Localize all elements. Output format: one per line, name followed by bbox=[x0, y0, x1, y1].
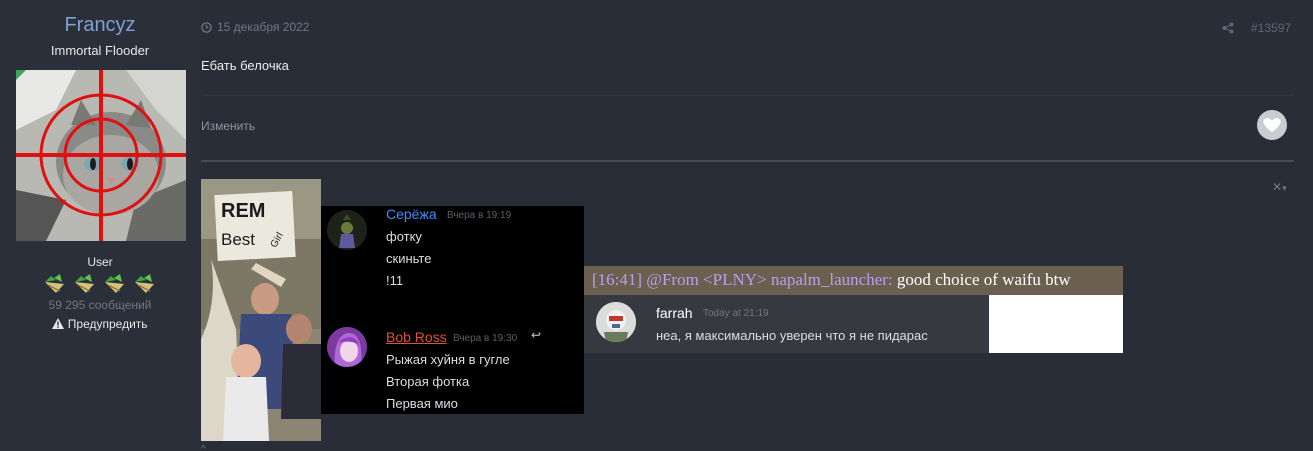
message-line: Рыжая хуйня в гугле bbox=[386, 352, 510, 367]
rank-pip-icon bbox=[135, 274, 154, 293]
irc-message-bar: [16:41] @From <PLNY> napalm_launcher: go… bbox=[584, 266, 1123, 295]
rank-pips bbox=[42, 272, 158, 296]
message-line: Вторая фотка bbox=[386, 374, 470, 389]
rank-pip-icon bbox=[45, 274, 64, 293]
blank-area bbox=[989, 295, 1123, 353]
chevron-down-icon[interactable]: ▾ bbox=[1282, 183, 1287, 193]
username-link[interactable]: Francyz bbox=[0, 14, 200, 37]
message-text: неа, я максимально уверен что я не пидар… bbox=[656, 328, 928, 343]
post-date-text: 15 декабря 2022 bbox=[217, 20, 310, 34]
message-line: !11 bbox=[386, 273, 404, 288]
post-count: 59 295 сообщений bbox=[48, 298, 152, 312]
irc-message: good choice of waifu btw bbox=[896, 270, 1071, 289]
message-author[interactable]: Bob Ross bbox=[386, 329, 447, 345]
edit-link[interactable]: Изменить bbox=[201, 119, 255, 133]
message-author[interactable]: farrah bbox=[656, 305, 693, 321]
post-number-link[interactable]: #13597 bbox=[1251, 21, 1291, 35]
clock-icon bbox=[201, 21, 212, 33]
message-line: скиньте bbox=[386, 251, 432, 266]
avatar-image bbox=[327, 327, 367, 367]
post-date[interactable]: 15 декабря 2022 bbox=[201, 20, 309, 34]
message-author[interactable]: Серёжа bbox=[386, 206, 437, 222]
message-line: Первая мио bbox=[386, 396, 458, 411]
avatar bbox=[327, 210, 367, 250]
rank-pip-icon bbox=[75, 274, 94, 293]
heart-icon bbox=[1263, 118, 1281, 132]
avatar[interactable] bbox=[16, 70, 186, 241]
irc-time: [16:41] bbox=[592, 270, 643, 289]
message-line: фотку bbox=[386, 229, 422, 244]
divider bbox=[201, 95, 1294, 96]
sign-best: Best bbox=[221, 230, 255, 249]
rem-photo-image: REM Best Girl bbox=[201, 179, 321, 441]
share-icon bbox=[1222, 22, 1234, 34]
share-button[interactable] bbox=[1222, 21, 1234, 39]
signature-discord-chat-2: [16:41] @From <PLNY> napalm_launcher: go… bbox=[584, 266, 1123, 353]
signature-controls[interactable]: ✕▾ bbox=[1272, 180, 1287, 194]
warning-icon bbox=[52, 318, 65, 329]
author-name: Bob Ross bbox=[386, 329, 447, 345]
signature-divider bbox=[201, 160, 1294, 162]
author-name: Серёжа bbox=[386, 206, 437, 222]
avatar bbox=[596, 302, 636, 342]
warn-label: Предупредить bbox=[67, 317, 148, 331]
irc-line: [16:41] @From <PLNY> napalm_launcher: go… bbox=[592, 270, 1071, 290]
message-time: Вчера в 19:19 bbox=[447, 210, 512, 221]
chevron-up-icon[interactable]: ^ bbox=[201, 444, 206, 451]
user-title: Immortal Flooder bbox=[50, 43, 150, 58]
avatar bbox=[327, 327, 367, 367]
signature-discord-chat-1: Серёжа Вчера в 19:19 фотку скиньте !11 B… bbox=[321, 206, 584, 414]
close-icon[interactable]: ✕ bbox=[1272, 180, 1282, 194]
online-indicator bbox=[16, 70, 26, 80]
avatar-image bbox=[16, 70, 186, 241]
sign-rem: REM bbox=[221, 200, 265, 222]
warn-link[interactable]: Предупредить bbox=[0, 317, 200, 331]
user-info-pane: Francyz Immortal Flooder User 59 295 соо… bbox=[0, 0, 200, 451]
irc-nick: @From <PLNY> napalm_launcher: bbox=[646, 270, 893, 289]
message-time: Today at 21:19 bbox=[703, 308, 769, 319]
signature-rem-photo: REM Best Girl bbox=[201, 179, 321, 441]
rank-pip-icon bbox=[105, 274, 124, 293]
post-message: Ебать белочка bbox=[201, 58, 289, 73]
like-button[interactable] bbox=[1257, 110, 1287, 140]
reply-icon[interactable]: ↩ bbox=[531, 328, 541, 342]
avatar-image bbox=[596, 302, 636, 342]
user-role: User bbox=[87, 255, 113, 269]
avatar-image bbox=[327, 210, 367, 250]
message-time: Вчера в 19:30 bbox=[453, 333, 518, 344]
